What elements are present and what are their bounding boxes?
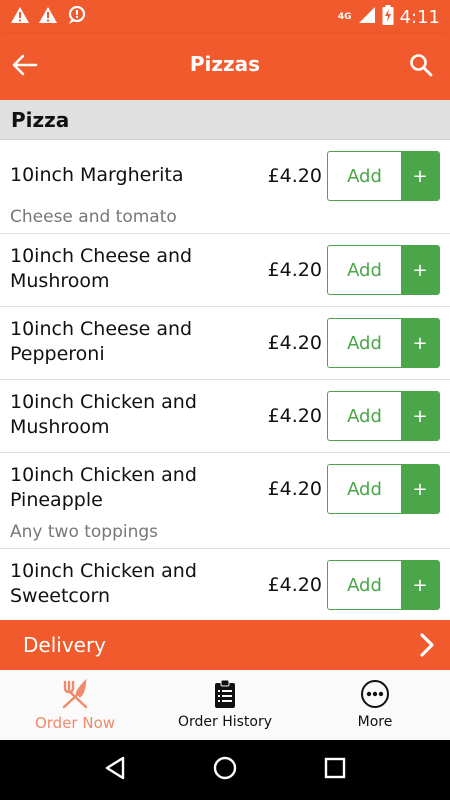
signal-icon — [358, 6, 376, 28]
plus-icon: + — [401, 392, 439, 440]
plus-icon: + — [401, 319, 439, 367]
menu-item[interactable]: 10inch Chicken and Sweetcorn £4.20 Add + — [0, 549, 450, 620]
plus-icon: + — [401, 561, 439, 609]
menu-item[interactable]: 10inch Margherita £4.20 Add + Cheese and… — [0, 141, 450, 234]
add-button[interactable]: Add + — [327, 151, 440, 201]
network-type: 4G — [337, 12, 352, 22]
add-button[interactable]: Add + — [327, 391, 440, 441]
system-home-button[interactable] — [205, 750, 245, 790]
menu-item[interactable]: 10inch Cheese and Pepperoni £4.20 Add + — [0, 307, 450, 380]
item-description: Any two toppings — [10, 522, 159, 542]
system-recents-button[interactable] — [315, 750, 355, 790]
chevron-right-icon — [418, 632, 436, 663]
item-price: £4.20 — [267, 165, 322, 187]
menu-item[interactable]: 10inch Cheese and Mushroom £4.20 Add + — [0, 234, 450, 307]
warning-icon — [10, 6, 30, 28]
item-price: £4.20 — [267, 259, 322, 281]
item-price: £4.20 — [267, 478, 322, 500]
plus-icon: + — [401, 246, 439, 294]
item-name: 10inch Chicken and Mushroom — [10, 391, 197, 438]
item-price: £4.20 — [267, 332, 322, 354]
warning-icon — [38, 6, 58, 28]
notification-alert-icon — [66, 5, 88, 29]
add-button-label: Add — [347, 574, 382, 596]
item-name: 10inch Cheese and Pepperoni — [10, 318, 193, 365]
nav-label: More — [357, 714, 393, 730]
triangle-back-icon — [104, 756, 126, 784]
add-button-label: Add — [347, 405, 382, 427]
system-back-button[interactable] — [95, 750, 135, 790]
delivery-label: Delivery — [23, 633, 107, 657]
notification-icons — [10, 5, 88, 29]
nav-order-now[interactable]: Order Now — [0, 670, 150, 740]
fork-knife-icon — [59, 678, 91, 710]
add-button[interactable]: Add + — [327, 560, 440, 610]
add-button-label: Add — [347, 259, 382, 281]
nav-order-history[interactable]: Order History — [150, 670, 300, 740]
add-button[interactable]: Add + — [327, 464, 440, 514]
item-name: 10inch Chicken and Pineapple — [10, 464, 197, 511]
nav-label: Order Now — [34, 714, 116, 732]
plus-icon: + — [401, 465, 439, 513]
search-icon — [409, 53, 433, 81]
menu-item[interactable]: 10inch Chicken and Pineapple £4.20 Add +… — [0, 453, 450, 549]
system-navigation-bar — [0, 740, 450, 800]
section-header: Pizza — [0, 100, 450, 140]
delivery-bar[interactable]: Delivery — [0, 620, 450, 670]
item-name: 10inch Chicken and Sweetcorn — [10, 560, 197, 607]
item-price: £4.20 — [267, 574, 322, 596]
add-button[interactable]: Add + — [327, 318, 440, 368]
battery-charging-icon — [382, 5, 394, 29]
add-button-label: Add — [347, 165, 382, 187]
item-description: Cheese and tomato — [10, 207, 177, 227]
add-button-label: Add — [347, 478, 382, 500]
status-time: 4:11 — [399, 6, 440, 28]
nav-more[interactable]: More — [300, 670, 450, 740]
status-bar: 4G 4:11 — [0, 0, 450, 33]
plus-icon: + — [401, 152, 439, 200]
square-recents-icon — [324, 757, 346, 783]
add-button[interactable]: Add + — [327, 245, 440, 295]
system-status: 4G 4:11 — [338, 5, 440, 29]
menu-item[interactable]: 10inch Chicken and Mushroom £4.20 Add + — [0, 380, 450, 453]
item-name: 10inch Cheese and Mushroom — [10, 245, 193, 292]
more-dots-icon — [360, 678, 390, 710]
item-name: 10inch Margherita — [10, 164, 184, 186]
add-button-label: Add — [347, 332, 382, 354]
nav-label: Order History — [177, 714, 273, 730]
clipboard-icon — [214, 678, 236, 710]
bottom-navigation: Order Now Order History More — [0, 670, 450, 740]
page-title: Pizzas — [189, 52, 261, 76]
screen: 4G 4:11 Pizzas Pizza 10inch Margherita £… — [0, 0, 450, 800]
app-bar: Pizzas — [0, 33, 450, 100]
search-button[interactable] — [404, 50, 438, 84]
item-price: £4.20 — [267, 405, 322, 427]
circle-home-icon — [213, 756, 237, 784]
